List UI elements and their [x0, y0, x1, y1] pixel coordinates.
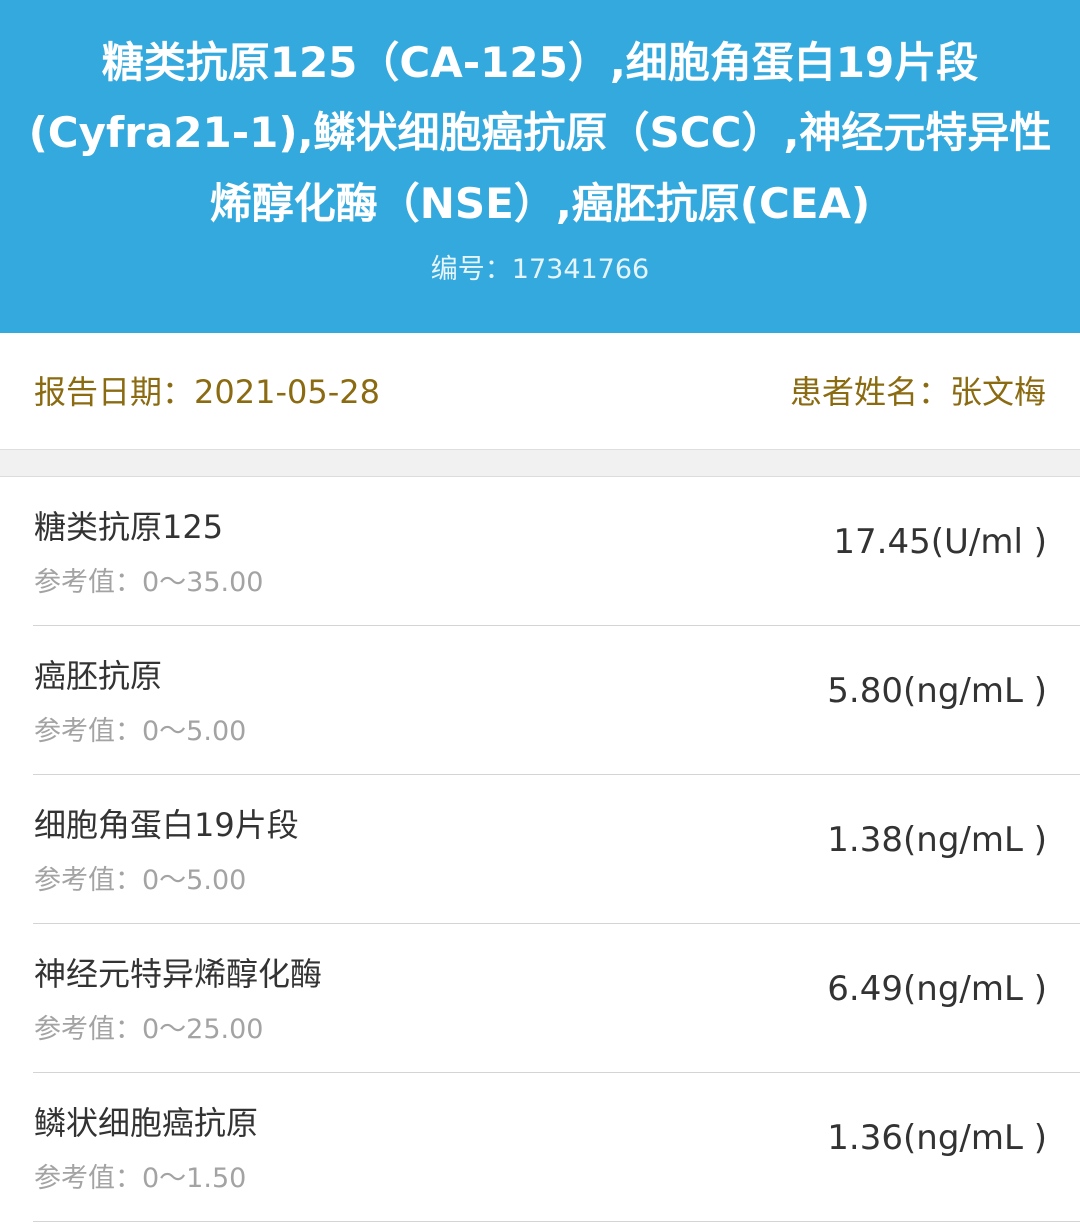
report-serial-number: 编号：17341766 — [430, 254, 650, 285]
patient-name: 患者姓名：张文梅 — [789, 373, 1046, 411]
result-row[interactable]: 癌胚抗原 参考值：0～5.00 5.80(ng/mL ) — [0, 626, 1080, 775]
report-header: 糖类抗原125（CA-125）,细胞角蛋白19片段 (Cyfra21-1),鳞状… — [0, 0, 1080, 333]
report-title-line-2: (Cyfra21-1),鳞状细胞癌抗原（SCC）,神经元特异性 — [28, 108, 1052, 157]
result-item-value: 6.49(ng/mL ) — [827, 969, 1047, 1009]
result-row[interactable]: 鳞状细胞癌抗原 参考值：0～1.50 1.36(ng/mL ) — [0, 1073, 1080, 1222]
result-row[interactable]: 糖类抗原125 参考值：0～35.00 17.45(U/ml ) — [0, 477, 1080, 626]
result-item-name: 细胞角蛋白19片段 — [34, 806, 299, 844]
result-reference-range: 参考值：0～5.00 — [34, 865, 247, 896]
result-reference-range: 参考值：0～5.00 — [34, 716, 247, 747]
result-item-name: 神经元特异烯醇化酶 — [34, 955, 323, 993]
section-divider — [0, 450, 1080, 477]
result-reference-range: 参考值：0～35.00 — [34, 567, 264, 598]
report-date: 报告日期：2021-05-28 — [34, 373, 380, 411]
result-item-name: 糖类抗原125 — [34, 508, 224, 546]
result-list: 糖类抗原125 参考值：0～35.00 17.45(U/ml ) 癌胚抗原 参考… — [0, 477, 1080, 1222]
result-row[interactable]: 神经元特异烯醇化酶 参考值：0～25.00 6.49(ng/mL ) — [0, 924, 1080, 1073]
result-item-value: 1.38(ng/mL ) — [827, 820, 1047, 860]
result-reference-range: 参考值：0～1.50 — [34, 1163, 247, 1194]
result-item-name: 鳞状细胞癌抗原 — [34, 1104, 259, 1142]
result-reference-range: 参考值：0～25.00 — [34, 1014, 264, 1045]
result-item-value: 17.45(U/ml ) — [833, 522, 1047, 562]
report-title-line-3: 烯醇化酶（NSE）,癌胚抗原(CEA) — [209, 179, 871, 228]
result-row[interactable]: 细胞角蛋白19片段 参考值：0～5.00 1.38(ng/mL ) — [0, 775, 1080, 924]
report-title-line-1: 糖类抗原125（CA-125）,细胞角蛋白19片段 — [101, 38, 979, 87]
result-item-name: 癌胚抗原 — [34, 657, 163, 695]
result-item-value: 5.80(ng/mL ) — [827, 671, 1047, 711]
result-item-value: 1.36(ng/mL ) — [827, 1118, 1047, 1158]
row-divider — [33, 1221, 1080, 1222]
